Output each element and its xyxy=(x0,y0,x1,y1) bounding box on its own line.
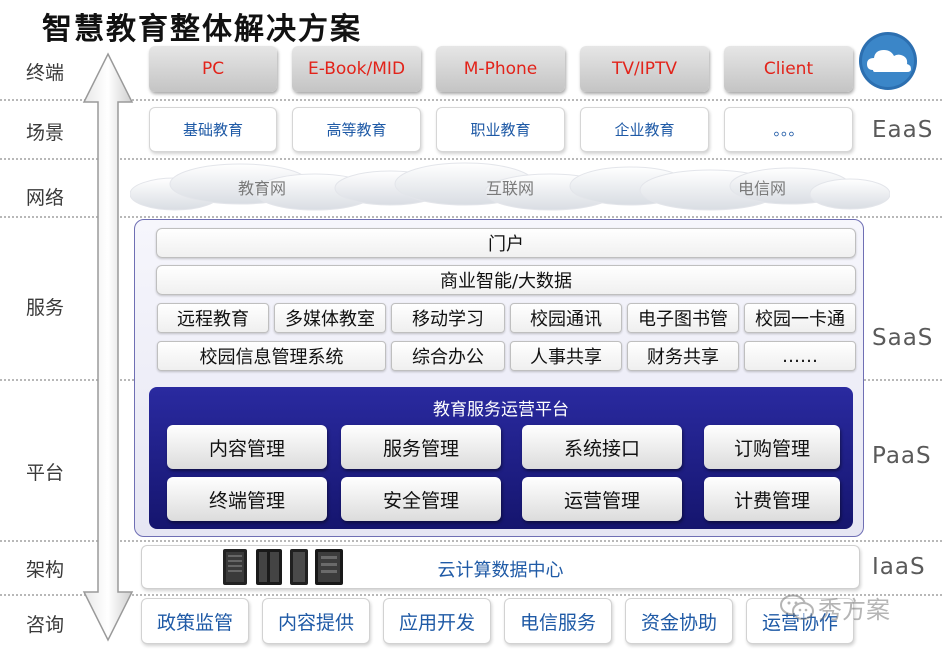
platform-module[interactable]: 服务管理 xyxy=(341,425,501,469)
consulting-item[interactable]: 应用开发 xyxy=(383,598,491,644)
layer-label-paas: PaaS xyxy=(872,443,932,469)
service-item[interactable]: 综合办公 xyxy=(391,341,505,371)
consulting-item[interactable]: 内容提供 xyxy=(262,598,370,644)
platform-title: 教育服务运营平台 xyxy=(433,400,569,420)
row-label-service: 服务 xyxy=(26,297,65,319)
row-label-platform: 平台 xyxy=(26,462,65,484)
server-rack-icon xyxy=(315,549,343,585)
bi-bar[interactable]: 商业智能/大数据 xyxy=(156,265,856,295)
server-rack-icon xyxy=(256,549,282,585)
layer-label-eaas: EaaS xyxy=(872,117,934,143)
consulting-item[interactable]: 电信服务 xyxy=(504,598,612,644)
row-label-network: 网络 xyxy=(26,187,65,209)
watermark: 秀方案 xyxy=(780,590,890,625)
platform-module[interactable]: 订购管理 xyxy=(704,425,840,469)
row-divider xyxy=(0,99,942,101)
row-divider xyxy=(0,540,942,542)
service-item[interactable]: 校园通讯 xyxy=(510,303,622,333)
terminal-client[interactable]: Client xyxy=(724,46,853,92)
service-item[interactable]: 电子图书管 xyxy=(627,303,739,333)
network-internet: 互联网 xyxy=(486,179,535,198)
terminal-pc[interactable]: PC xyxy=(149,46,277,92)
service-item[interactable]: 移动学习 xyxy=(391,303,505,333)
terminal-tv[interactable]: TV/IPTV xyxy=(580,46,709,92)
portal-bar[interactable]: 门户 xyxy=(156,228,856,258)
platform-module[interactable]: 终端管理 xyxy=(167,477,327,521)
scenario-enterprise[interactable]: 企业教育 xyxy=(580,107,709,152)
wechat-icon xyxy=(780,594,814,620)
scenario-higher[interactable]: 高等教育 xyxy=(292,107,421,152)
service-item[interactable]: 多媒体教室 xyxy=(274,303,386,333)
platform-module[interactable]: 运营管理 xyxy=(522,477,682,521)
service-item[interactable]: 财务共享 xyxy=(627,341,739,371)
network-edu: 教育网 xyxy=(238,179,287,198)
layer-label-iaas: IaaS xyxy=(872,554,926,580)
terminal-ebook[interactable]: E-Book/MID xyxy=(292,46,421,92)
service-item[interactable]: 远程教育 xyxy=(157,303,269,333)
consulting-item[interactable]: 政策监管 xyxy=(141,598,249,644)
scenario-more[interactable]: 。。。 xyxy=(724,107,853,152)
terminal-mphone[interactable]: M-Phone xyxy=(436,46,565,92)
service-item[interactable]: 校园信息管理系统 xyxy=(157,341,386,371)
platform-module[interactable]: 内容管理 xyxy=(167,425,327,469)
watermark-text: 秀方案 xyxy=(818,596,890,624)
scenario-basic[interactable]: 基础教育 xyxy=(149,107,277,152)
infrastructure-label: 云计算数据中心 xyxy=(437,560,564,581)
layer-label-saas: SaaS xyxy=(872,325,934,351)
page-title: 智慧教育整体解决方案 xyxy=(42,12,362,47)
service-item[interactable]: …… xyxy=(744,341,856,371)
row-label-scenario: 场景 xyxy=(26,122,65,144)
platform-module[interactable]: 系统接口 xyxy=(522,425,682,469)
scenario-vocational[interactable]: 职业教育 xyxy=(436,107,565,152)
server-rack-icon xyxy=(223,549,247,585)
row-label-architecture: 架构 xyxy=(26,559,65,581)
platform-module[interactable]: 计费管理 xyxy=(704,477,840,521)
server-rack-icon xyxy=(290,549,308,585)
consulting-item[interactable]: 资金协助 xyxy=(625,598,733,644)
double-arrow-icon xyxy=(82,52,134,642)
row-label-terminal: 终端 xyxy=(26,62,65,84)
row-label-consulting: 咨询 xyxy=(26,614,65,636)
network-telecom: 电信网 xyxy=(738,179,787,198)
service-item[interactable]: 校园一卡通 xyxy=(744,303,856,333)
cloud-icon xyxy=(859,32,917,90)
platform-module[interactable]: 安全管理 xyxy=(341,477,501,521)
service-item[interactable]: 人事共享 xyxy=(510,341,622,371)
